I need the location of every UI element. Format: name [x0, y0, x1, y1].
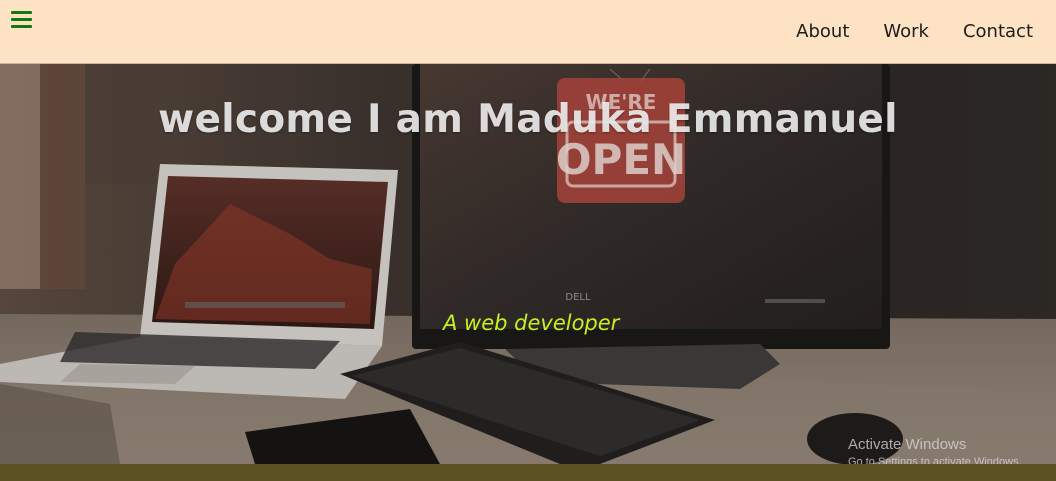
activate-windows-subtitle: Go to Settings to activate Windows.	[848, 456, 1022, 464]
nav-link-work[interactable]: Work	[883, 20, 929, 44]
hamburger-menu-icon[interactable]	[11, 11, 32, 28]
nav-link-about[interactable]: About	[796, 20, 849, 44]
nav-links: About Work Contact	[796, 20, 1033, 44]
activate-windows-title: Activate Windows	[848, 436, 967, 453]
hero-title: welcome I am Maduka Emmanuel	[158, 97, 898, 142]
activate-windows-watermark: Activate Windows Go to Settings to activ…	[848, 436, 1022, 464]
bottom-strip	[0, 464, 1056, 481]
navbar: About Work Contact	[0, 0, 1056, 64]
nav-link-contact[interactable]: Contact	[963, 20, 1033, 44]
hero-section: WE'RE OPEN DELL welcome I am Maduka Emma…	[0, 64, 1056, 464]
page: About Work Contact WE'RE OPEN DELL welco…	[0, 0, 1056, 481]
hero-subtitle: A web developer	[443, 311, 620, 335]
